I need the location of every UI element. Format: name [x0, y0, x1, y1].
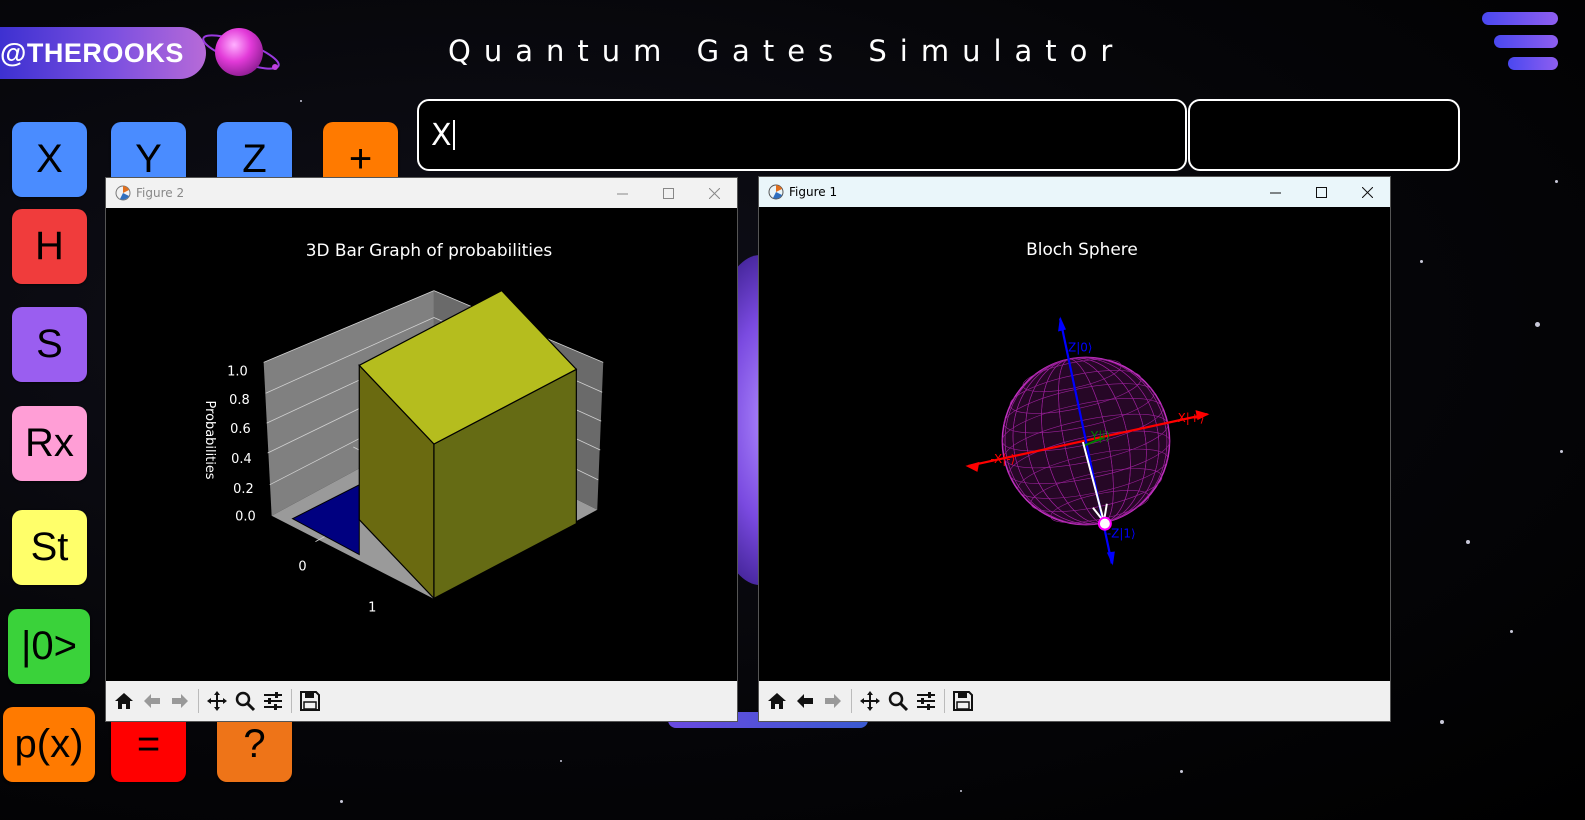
chart-title: Bloch Sphere [1026, 239, 1138, 259]
z-tick: 0.2 [233, 482, 254, 497]
configure-icon[interactable] [912, 687, 940, 715]
maximize-button[interactable] [645, 178, 691, 208]
figure2-window[interactable]: Figure 2 3D Bar Graph of probabilities 0… [105, 177, 738, 722]
home-icon[interactable] [763, 687, 791, 715]
minimize-button[interactable] [1252, 177, 1298, 207]
figure1-title: Figure 1 [789, 185, 838, 199]
state-zero-button[interactable]: |0> [8, 609, 90, 684]
z-tick: 0.4 [231, 452, 252, 467]
x-neg-label: -X|-⟩ [990, 452, 1015, 466]
zoom-icon[interactable] [884, 687, 912, 715]
y-pos-label: Y|i⟩ [1090, 429, 1110, 443]
close-button[interactable] [691, 178, 737, 208]
gate-h-button[interactable]: H [12, 209, 87, 284]
bar3d-chart: 3D Bar Graph of probabilities 0.0 0.2 0.… [202, 240, 604, 615]
probability-button[interactable]: p(x) [3, 707, 95, 782]
menu-icon[interactable] [1478, 12, 1558, 74]
brand-handle: @THEROOKS [0, 27, 206, 79]
forward-icon[interactable] [166, 687, 194, 715]
maximize-button[interactable] [1298, 177, 1344, 207]
zoom-icon[interactable] [231, 687, 259, 715]
z-pos-label: Z|0⟩ [1068, 340, 1092, 354]
figure2-title: Figure 2 [136, 186, 185, 200]
x-pos-label: X|+⟩ [1178, 411, 1205, 425]
figure2-plot[interactable]: 3D Bar Graph of probabilities 0.0 0.2 0.… [106, 208, 737, 681]
figure2-toolbar [106, 681, 737, 721]
pan-icon[interactable] [856, 687, 884, 715]
forward-icon[interactable] [819, 687, 847, 715]
x-tick: 1 [368, 600, 376, 615]
save-icon[interactable] [949, 687, 977, 715]
back-icon[interactable] [791, 687, 819, 715]
x-tick: 0 [298, 559, 306, 574]
z-tick: 1.0 [227, 364, 248, 379]
back-icon[interactable] [138, 687, 166, 715]
figure1-toolbar [759, 681, 1390, 721]
close-button[interactable] [1344, 177, 1390, 207]
z-tick-labels: 0.0 0.2 0.4 0.6 0.8 1.0 [227, 364, 256, 524]
result-output [1188, 99, 1460, 171]
configure-icon[interactable] [259, 687, 287, 715]
matplotlib-icon [115, 185, 131, 201]
z-tick: 0.8 [229, 393, 250, 408]
z-neg-label: -Z|1⟩ [1107, 527, 1136, 541]
planet-logo-icon [202, 28, 280, 76]
z-tick: 0.0 [235, 510, 256, 525]
figure2-titlebar[interactable]: Figure 2 [106, 178, 737, 208]
page-title: Quantum Gates Simulator [448, 34, 1126, 68]
save-icon[interactable] [296, 687, 324, 715]
minimize-button[interactable] [599, 178, 645, 208]
figure1-titlebar[interactable]: Figure 1 [759, 177, 1390, 207]
z-tick: 0.6 [230, 422, 251, 437]
expression-value: X [431, 117, 452, 153]
bloch-sphere-chart: Bloch Sphere Z|0⟩ -Z|1⟩ X|+⟩ -X|-⟩ Y|i⟩ [965, 239, 1210, 566]
x-axis-arrow-icon [965, 461, 980, 472]
figure1-window[interactable]: Figure 1 Bloch Sphere Z|0⟩ -Z|1⟩ X|+⟩ -X… [758, 176, 1391, 722]
gate-st-button[interactable]: St [12, 510, 87, 585]
chart-title: 3D Bar Graph of probabilities [306, 240, 552, 260]
expression-input[interactable]: X [417, 99, 1187, 171]
home-icon[interactable] [110, 687, 138, 715]
z-axis-label: Probabilities [202, 401, 217, 480]
gate-x-button[interactable]: X [12, 122, 87, 197]
pan-icon[interactable] [203, 687, 231, 715]
gate-s-button[interactable]: S [12, 307, 87, 382]
matplotlib-icon [768, 184, 784, 200]
figure1-plot[interactable]: Bloch Sphere Z|0⟩ -Z|1⟩ X|+⟩ -X|-⟩ Y|i⟩ [759, 207, 1390, 681]
gate-rx-button[interactable]: Rx [12, 406, 87, 481]
